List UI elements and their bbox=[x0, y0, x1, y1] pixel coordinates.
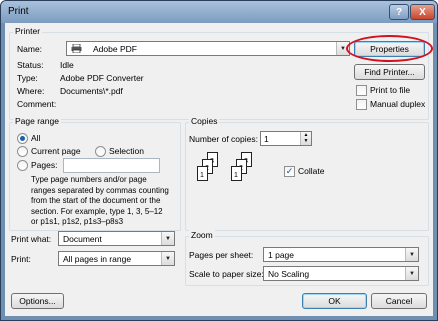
window-title: Print bbox=[8, 6, 29, 17]
checkmark-icon: ✓ bbox=[285, 166, 294, 176]
pages-label[interactable]: Pages: bbox=[31, 160, 57, 170]
help-line: or p1s1, p1s2, p1s3–p8s3 bbox=[31, 217, 124, 226]
copies-group-title: Copies bbox=[189, 116, 220, 126]
pages-input[interactable] bbox=[63, 158, 160, 173]
print-dialog-window: Print ? X Printer Name: Adobe PDF ▼ Prop… bbox=[0, 0, 438, 321]
page-range-help-text: Type page numbers and/or page ranges sep… bbox=[31, 175, 169, 228]
printer-icon bbox=[71, 43, 82, 54]
print-to-file-checkbox[interactable] bbox=[356, 85, 367, 96]
collate-checkbox[interactable]: ✓ bbox=[284, 166, 295, 177]
number-of-copies-input[interactable]: 1 ▲ ▼ bbox=[260, 131, 312, 146]
all-label[interactable]: All bbox=[31, 133, 40, 143]
help-button[interactable]: ? bbox=[389, 4, 409, 20]
find-printer-button-label: Find Printer... bbox=[364, 67, 415, 77]
help-icon: ? bbox=[395, 6, 403, 18]
options-button-label: Options... bbox=[19, 296, 56, 306]
status-value: Idle bbox=[60, 60, 74, 70]
copies-spinner[interactable]: ▲ ▼ bbox=[300, 132, 311, 145]
help-line: Type page numbers and/or page bbox=[31, 175, 147, 184]
print-label: Print: bbox=[11, 254, 31, 264]
annotation-circle bbox=[346, 35, 433, 62]
ok-button-label: OK bbox=[328, 296, 341, 306]
help-line: from the start of the document or the bbox=[31, 196, 161, 205]
options-button[interactable]: Options... bbox=[11, 293, 64, 309]
selection-label[interactable]: Selection bbox=[109, 146, 144, 156]
pages-radio[interactable] bbox=[17, 160, 28, 171]
print-what-select[interactable]: Document ▼ bbox=[58, 231, 175, 246]
printer-name-select[interactable]: Adobe PDF ▼ bbox=[66, 41, 350, 56]
zoom-group-title: Zoom bbox=[189, 230, 215, 240]
close-button[interactable]: X bbox=[410, 4, 435, 20]
page-icon: 1 bbox=[197, 166, 208, 181]
collate-label[interactable]: Collate bbox=[298, 166, 324, 176]
title-bar[interactable]: Print ? X bbox=[1, 1, 437, 23]
pages-per-sheet-label: Pages per sheet: bbox=[189, 250, 254, 260]
all-radio[interactable] bbox=[17, 133, 28, 144]
help-line: ranges separated by commas counting bbox=[31, 185, 169, 195]
chevron-down-icon[interactable]: ▼ bbox=[405, 267, 418, 280]
chevron-down-icon[interactable]: ▼ bbox=[161, 232, 174, 245]
print-what-label: Print what: bbox=[11, 234, 52, 244]
close-icon: X bbox=[419, 6, 426, 18]
printer-group-title: Printer bbox=[13, 26, 43, 36]
find-printer-button[interactable]: Find Printer... bbox=[354, 64, 425, 80]
page-range-group-title: Page range bbox=[13, 116, 61, 126]
number-of-copies-label: Number of copies: bbox=[189, 134, 258, 144]
dialog-client-area: Printer Name: Adobe PDF ▼ Properties Sta… bbox=[5, 23, 433, 316]
scale-to-paper-size-label: Scale to paper size: bbox=[189, 269, 264, 279]
chevron-down-icon[interactable]: ▼ bbox=[405, 248, 418, 261]
where-label: Where: bbox=[17, 86, 45, 96]
type-value: Adobe PDF Converter bbox=[60, 73, 144, 83]
manual-duplex-label[interactable]: Manual duplex bbox=[370, 99, 425, 109]
help-line: section. For example, type 1, 3, 5–12 bbox=[31, 206, 163, 216]
current-page-radio[interactable] bbox=[17, 146, 28, 157]
printer-name-value: Adobe PDF bbox=[93, 43, 137, 54]
print-value: All pages in range bbox=[63, 253, 132, 264]
ok-button[interactable]: OK bbox=[302, 293, 367, 309]
page-icon: 1 bbox=[231, 166, 242, 181]
number-of-copies-value: 1 bbox=[264, 133, 269, 144]
cancel-button-label: Cancel bbox=[385, 296, 413, 306]
pages-per-sheet-select[interactable]: 1 page ▼ bbox=[263, 247, 419, 262]
print-to-file-label[interactable]: Print to file bbox=[370, 85, 410, 95]
selection-radio[interactable] bbox=[95, 146, 106, 157]
scale-to-paper-size-value: No Scaling bbox=[268, 268, 310, 279]
printer-name-label: Name: bbox=[17, 44, 43, 54]
type-label: Type: bbox=[17, 73, 38, 83]
comment-label: Comment: bbox=[17, 99, 57, 109]
status-label: Status: bbox=[17, 60, 44, 70]
pages-per-sheet-value: 1 page bbox=[268, 249, 294, 260]
chevron-down-icon[interactable]: ▼ bbox=[161, 252, 174, 265]
manual-duplex-checkbox[interactable] bbox=[356, 99, 367, 110]
cancel-button[interactable]: Cancel bbox=[371, 293, 427, 309]
current-page-label[interactable]: Current page bbox=[31, 146, 81, 156]
scale-to-paper-size-select[interactable]: No Scaling ▼ bbox=[263, 266, 419, 281]
print-what-value: Document bbox=[63, 233, 102, 244]
where-value: Documents\*.pdf bbox=[60, 86, 123, 96]
print-select[interactable]: All pages in range ▼ bbox=[58, 251, 175, 266]
